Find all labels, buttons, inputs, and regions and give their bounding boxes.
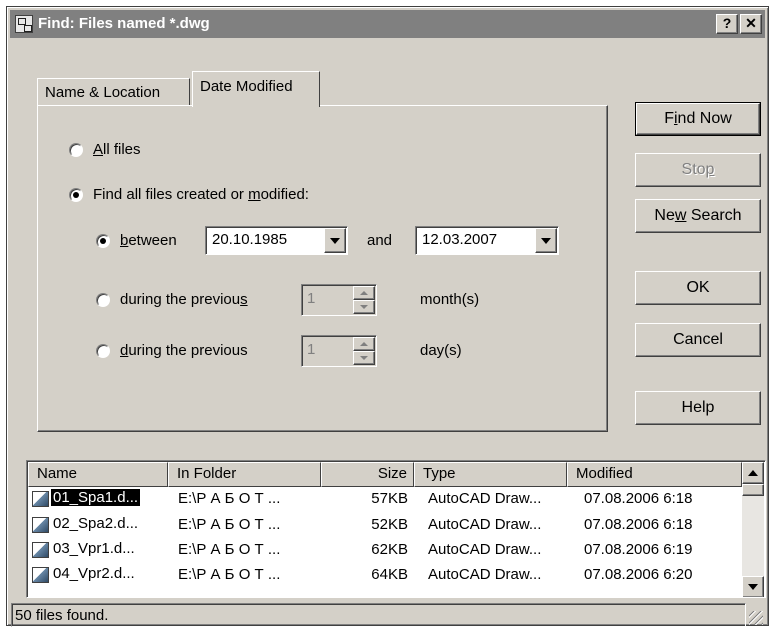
dwg-file-icon — [32, 567, 49, 583]
and-label: and — [367, 232, 393, 249]
from-date-value: 20.10.1985 — [212, 231, 288, 248]
title-bar[interactable]: Find: Files named *.dwg ? ✕ — [10, 10, 765, 38]
find-all-created-modified-label[interactable]: Find all files created or modified: — [93, 186, 309, 203]
between-radio[interactable] — [96, 234, 110, 248]
table-row[interactable]: 02_Spa2.d... E:\Р А Б О Т ... 52KB AutoC… — [28, 514, 740, 538]
to-date-picker[interactable]: 12.03.2007 — [415, 226, 559, 255]
file-name: 01_Spa1.d... — [51, 489, 141, 506]
results-list[interactable]: Name In Folder Size Type Modified 01_Spa… — [26, 460, 766, 598]
help-title-button[interactable]: ? — [716, 14, 738, 34]
previous-days-radio[interactable] — [96, 344, 110, 358]
find-now-button[interactable]: Find Now — [635, 102, 761, 136]
spin-down-icon — [353, 300, 375, 314]
new-search-button[interactable]: New Search — [635, 199, 761, 233]
file-modified: 07.08.2006 6:18 — [584, 490, 693, 507]
previous-months-radio[interactable] — [96, 293, 110, 307]
close-button[interactable]: ✕ — [740, 14, 762, 34]
file-modified: 07.08.2006 6:20 — [584, 566, 693, 583]
column-header-folder[interactable]: In Folder — [168, 462, 321, 487]
file-type: AutoCAD Draw... — [428, 516, 542, 533]
from-date-picker[interactable]: 20.10.1985 — [205, 226, 348, 255]
file-folder: E:\Р А Б О Т ... — [178, 566, 281, 583]
cancel-button[interactable]: Cancel — [635, 323, 761, 357]
find-all-created-modified-radio[interactable] — [69, 188, 83, 202]
file-folder: E:\Р А Б О Т ... — [178, 490, 281, 507]
to-date-value: 12.03.2007 — [422, 231, 498, 248]
tab-name-location[interactable]: Name & Location — [37, 78, 190, 106]
previous-months-label[interactable]: during the previous — [120, 291, 248, 308]
tab-join — [193, 104, 319, 107]
file-name: 02_Spa2.d... — [53, 515, 139, 532]
file-modified: 07.08.2006 6:19 — [584, 541, 693, 558]
file-size: 64KB — [371, 566, 408, 583]
file-name: 04_Vpr2.d... — [53, 565, 135, 582]
status-bar: 50 files found. — [11, 603, 765, 627]
previous-months-value: 1 — [307, 290, 316, 307]
previous-days-value: 1 — [307, 341, 316, 358]
spin-up-icon — [353, 337, 375, 351]
spin-down-icon — [353, 351, 375, 365]
help-button[interactable]: Help — [635, 391, 761, 425]
table-row[interactable]: 03_Vpr1.d... E:\Р А Б О Т ... 62KB AutoC… — [28, 539, 740, 563]
chevron-down-icon[interactable] — [324, 228, 346, 253]
between-label[interactable]: between — [120, 232, 177, 249]
table-row[interactable]: 04_Vpr2.d... E:\Р А Б О Т ... 64KB AutoC… — [28, 564, 740, 588]
previous-months-stepper: 1 — [301, 284, 377, 316]
previous-days-stepper: 1 — [301, 335, 377, 367]
column-header-size[interactable]: Size — [321, 462, 414, 487]
file-modified: 07.08.2006 6:18 — [584, 516, 693, 533]
spin-up-icon — [353, 286, 375, 300]
dwg-file-icon — [32, 491, 49, 507]
find-app-icon — [15, 15, 33, 33]
file-folder: E:\Р А Б О Т ... — [178, 541, 281, 558]
date-modified-panel: All files Find all files created or modi… — [37, 105, 608, 432]
file-size: 52KB — [371, 516, 408, 533]
scroll-up-icon[interactable] — [742, 462, 764, 484]
dwg-file-icon — [32, 517, 49, 533]
file-name: 03_Vpr1.d... — [53, 540, 135, 557]
tab-date-modified[interactable]: Date Modified — [192, 71, 320, 107]
scroll-down-icon[interactable] — [742, 576, 764, 597]
window-title: Find: Files named *.dwg — [38, 15, 210, 32]
scroll-thumb[interactable] — [742, 484, 764, 496]
column-header-modified[interactable]: Modified — [567, 462, 742, 487]
table-row[interactable]: 01_Spa1.d... E:\Р А Б О Т ... 57KB AutoC… — [28, 488, 740, 512]
file-folder: E:\Р А Б О Т ... — [178, 516, 281, 533]
column-header-type[interactable]: Type — [414, 462, 567, 487]
months-unit-label: month(s) — [420, 291, 480, 308]
chevron-down-icon[interactable] — [535, 228, 557, 253]
column-header-name[interactable]: Name — [28, 462, 168, 487]
file-size: 57KB — [371, 490, 408, 507]
file-type: AutoCAD Draw... — [428, 566, 542, 583]
file-size: 62KB — [371, 541, 408, 558]
stop-button[interactable]: Stop — [635, 153, 761, 187]
dwg-file-icon — [32, 542, 49, 558]
resize-grip-icon[interactable] — [749, 611, 763, 625]
all-files-label[interactable]: All files — [93, 141, 141, 158]
previous-days-label[interactable]: during the previous — [120, 342, 248, 359]
all-files-radio[interactable] — [69, 143, 83, 157]
file-type: AutoCAD Draw... — [428, 490, 542, 507]
ok-button[interactable]: OK — [635, 271, 761, 305]
vertical-scrollbar[interactable] — [742, 462, 764, 597]
days-unit-label: day(s) — [420, 342, 462, 359]
find-dialog: Find: Files named *.dwg ? ✕ Name & Locat… — [6, 6, 769, 627]
file-type: AutoCAD Draw... — [428, 541, 542, 558]
status-text: 50 files found. — [11, 603, 746, 627]
